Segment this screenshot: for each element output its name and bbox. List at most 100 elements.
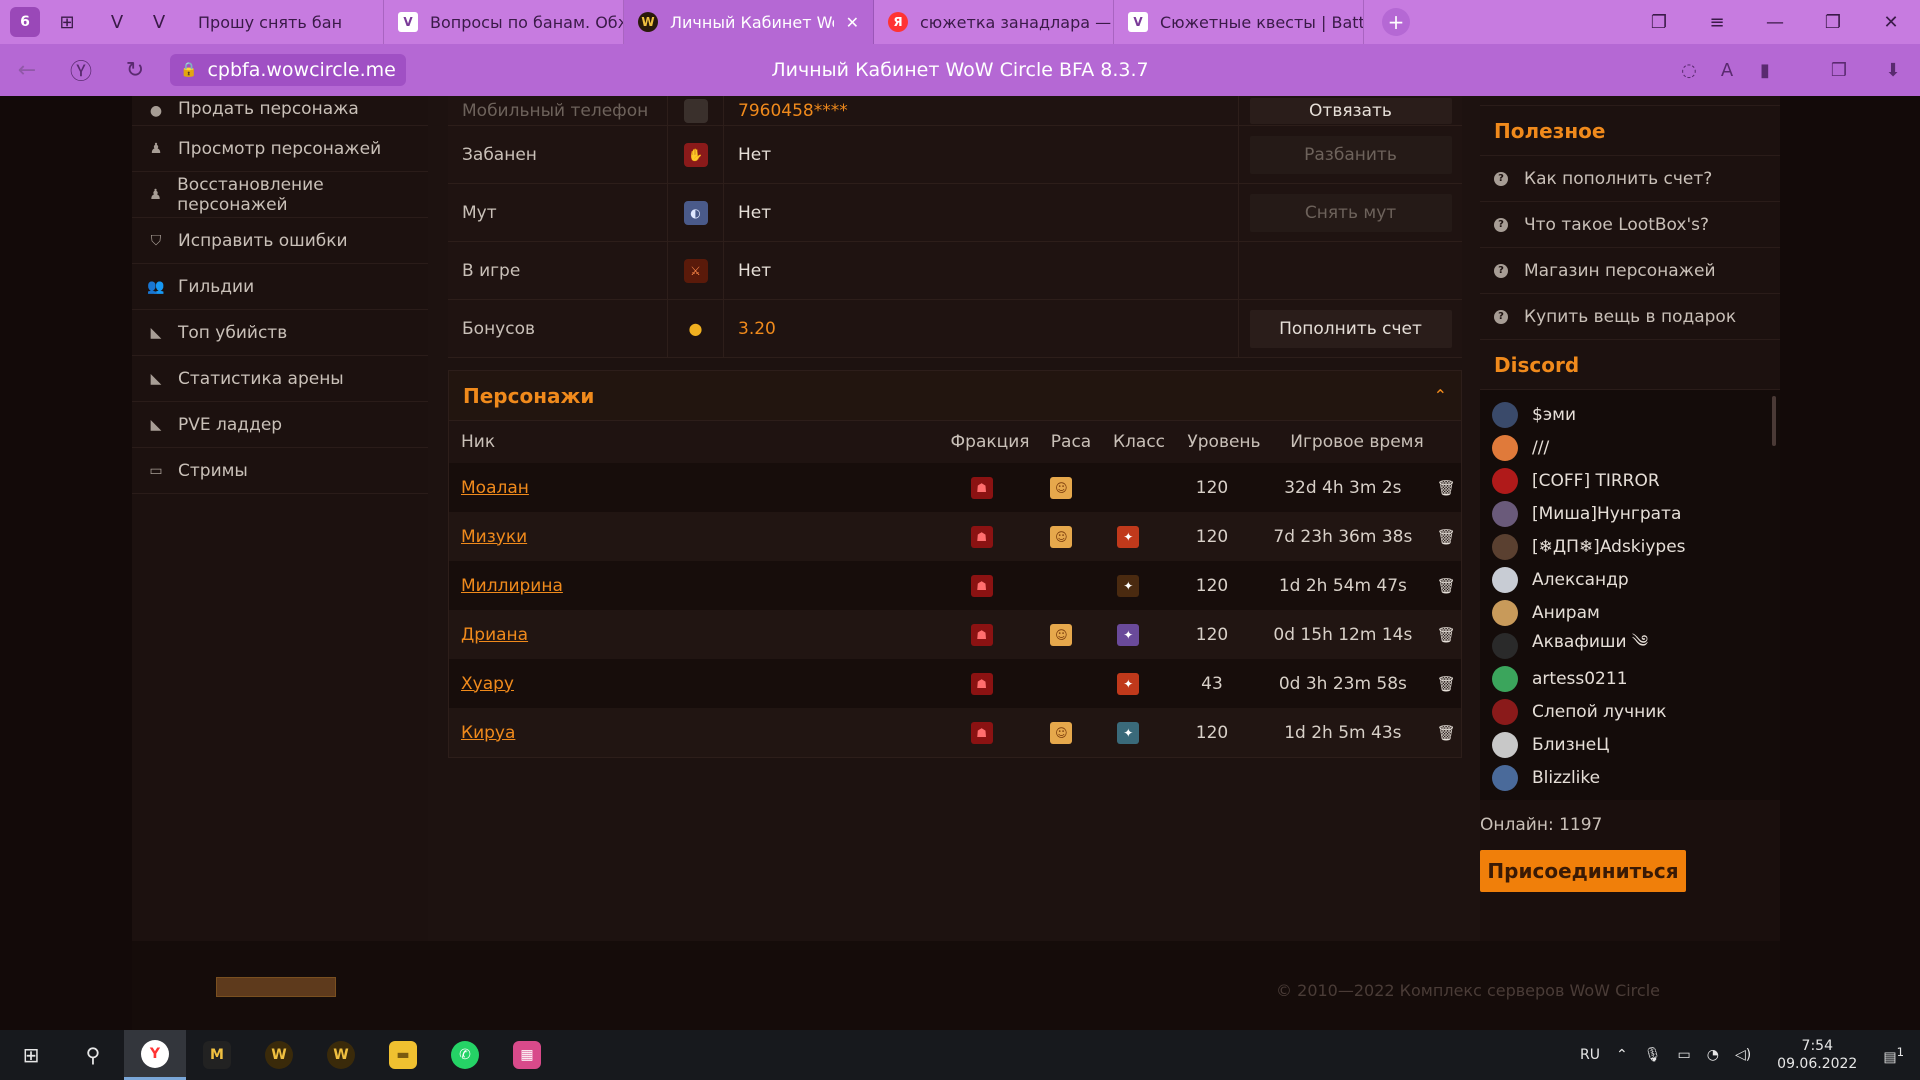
tab-cabinet[interactable]: W Личный Кабинет WoW ✕ (624, 0, 874, 44)
character-link[interactable]: Миллирина (461, 576, 563, 596)
reload-icon[interactable]: ↻ (108, 58, 162, 83)
taskbar-whatsapp[interactable]: ✆ (434, 1030, 496, 1080)
notification-icon[interactable]: ▤1 (1883, 1045, 1904, 1066)
sidebar-item-sell-character[interactable]: ● Продать персонажа (132, 96, 428, 126)
taskbar-wow[interactable]: W (248, 1030, 310, 1080)
right-margin (1780, 96, 1920, 1030)
scrollbar[interactable] (1772, 396, 1776, 446)
unban-button[interactable]: Разбанить (1249, 135, 1452, 174)
chevron-up-icon[interactable]: ⌃ (1434, 386, 1447, 405)
discord-member[interactable]: [Миша]Нунграта (1480, 497, 1780, 530)
useful-link[interactable]: ? Что такое LootBox's? (1480, 202, 1780, 248)
sidebar-item-view-characters[interactable]: ♟ Просмотр персонажей (132, 126, 428, 172)
character-link[interactable]: Хуару (461, 674, 514, 694)
discord-member[interactable]: [COFF] TIRROR (1480, 464, 1780, 497)
discord-member-list[interactable]: $эми///[COFF] TIRROR [Миша]Нунграта [❄ДП❄]… (1480, 390, 1780, 800)
close-window-icon[interactable]: ✕ (1862, 12, 1920, 33)
character-link[interactable]: Мизуки (461, 527, 527, 547)
sidebar-item-streams[interactable]: ▭ Стримы (132, 448, 428, 494)
sidebar-item-restore-characters[interactable]: ♟ Восстановление персонажей (132, 172, 428, 218)
trash-icon[interactable]: 🗑 (1431, 479, 1461, 497)
close-tab-icon[interactable]: ✕ (846, 13, 859, 32)
yandex-logo-icon[interactable]: Ⓨ (54, 54, 108, 86)
taskbar-app-m[interactable]: M (186, 1030, 248, 1080)
restore-icon[interactable]: ❐ (1804, 12, 1862, 33)
url-field[interactable]: 🔒 cpbfa.wowcircle.me (170, 54, 406, 86)
sidebar-item-top-kills[interactable]: ◣ Топ убийств (132, 310, 428, 356)
unmute-button[interactable]: Снять мут (1249, 193, 1452, 232)
discord-join-button[interactable]: Присоединиться (1480, 850, 1686, 892)
discord-member[interactable]: [❄ДП❄]Adskiypes (1480, 530, 1780, 563)
tab-count-badge[interactable]: 6 (10, 7, 40, 37)
footer-logo[interactable] (216, 977, 336, 997)
discord-member[interactable]: $эми (1480, 398, 1780, 431)
top-up-button[interactable]: Пополнить счет (1249, 309, 1452, 348)
whatsapp-icon: ✆ (451, 1041, 479, 1069)
clock[interactable]: 7:54 09.06.2022 (1777, 1037, 1857, 1073)
avatar (1492, 566, 1518, 593)
collections-icon[interactable]: ❒ (1822, 60, 1856, 81)
question-icon: ? (1494, 217, 1508, 232)
taskbar-explorer[interactable]: ▬ (372, 1030, 434, 1080)
useful-link[interactable]: ? Купить вещь в подарок (1480, 294, 1780, 340)
bookmarks-panel-icon[interactable]: ❐ (1630, 12, 1688, 33)
discord-member[interactable]: /// (1480, 431, 1780, 464)
trash-icon[interactable]: 🗑 (1431, 626, 1461, 644)
tab-yandex-search[interactable]: Я сюжетка занадлара — Ян (874, 0, 1114, 44)
language-indicator[interactable]: RU (1580, 1047, 1600, 1063)
minimize-icon[interactable]: — (1746, 12, 1804, 33)
sidebar-item-guilds[interactable]: 👥 Гильдии (132, 264, 428, 310)
sidebar-item-pve-ladder[interactable]: ◣ PVE ладдер (132, 402, 428, 448)
sidebar-item-fix-errors[interactable]: ⛉ Исправить ошибки (132, 218, 428, 264)
taskbar-cube-app[interactable]: ▦ (496, 1030, 558, 1080)
copyright: © 2010—2022 Комплекс серверов WoW Circle (1276, 981, 1660, 1000)
translate-icon[interactable]: A (1710, 60, 1744, 81)
wow-favicon-icon: W (638, 12, 658, 32)
character-row: Миллирина ☗ ✦ 120 1d 2h 54m 47s 🗑 (449, 561, 1461, 610)
back-arrow-icon[interactable]: ← (0, 58, 54, 83)
character-link[interactable]: Моалан (461, 478, 529, 498)
microphone-icon[interactable]: 🎙 (1644, 1047, 1662, 1063)
trash-icon[interactable]: 🗑 (1431, 577, 1461, 595)
windows-start-icon[interactable]: ⊞ (0, 1030, 62, 1080)
pinned-tab-icon[interactable]: V (102, 7, 132, 37)
character-link[interactable]: Дриана (461, 625, 528, 645)
taskbar-wow-2[interactable]: W (310, 1030, 372, 1080)
characters-panel-header[interactable]: Персонажи ⌃ (449, 371, 1461, 421)
chat-icon[interactable]: ◌ (1672, 60, 1706, 81)
useful-link[interactable]: ? Как пополнить счет? (1480, 156, 1780, 202)
in-game-icon: ⚔ (668, 242, 724, 299)
discord-member[interactable]: Александр (1480, 563, 1780, 596)
useful-link[interactable]: ? Магазин персонажей (1480, 248, 1780, 294)
menu-icon[interactable]: ≡ (1688, 12, 1746, 33)
wifi-icon[interactable]: ◔ (1707, 1047, 1719, 1063)
pinned-tab-icon[interactable]: V (144, 7, 174, 37)
unbind-button[interactable]: Отвязать (1249, 97, 1452, 124)
search-icon[interactable]: ⚲ (62, 1030, 124, 1080)
discord-member[interactable]: Аквафиши ༄ (1480, 629, 1780, 662)
taskbar-yandex-browser[interactable]: Y (124, 1030, 186, 1080)
tab-ban-request[interactable]: Прошу снять бан (184, 0, 384, 44)
battery-icon[interactable]: ▭ (1677, 1047, 1690, 1063)
avatar (1492, 533, 1518, 560)
bookmark-icon[interactable]: ▮ (1748, 60, 1782, 81)
new-tab-button[interactable]: + (1382, 8, 1410, 36)
sidebar-item-arena-stats[interactable]: ◣ Статистика арены (132, 356, 428, 402)
info-row-mute: Мут ◐ Нет Снять мут (448, 184, 1462, 242)
discord-member[interactable]: Blizzlike (1480, 761, 1780, 794)
info-row-bonuses: Бонусов ● 3.20 Пополнить счет (448, 300, 1462, 358)
chevron-up-icon[interactable]: ⌃ (1616, 1047, 1628, 1063)
discord-member[interactable]: БлизнеЦ (1480, 728, 1780, 761)
trash-icon[interactable]: 🗑 (1431, 675, 1461, 693)
trash-icon[interactable]: 🗑 (1431, 528, 1461, 546)
trash-icon[interactable]: 🗑 (1431, 724, 1461, 742)
download-icon[interactable]: ⬇ (1876, 60, 1910, 81)
question-icon: ? (1494, 171, 1508, 186)
character-link[interactable]: Кируа (461, 723, 515, 743)
discord-member[interactable]: Слепой лучник (1480, 695, 1780, 728)
tab-story-quests[interactable]: V Сюжетные квесты | Battle (1114, 0, 1364, 44)
characters-table-header: Ник Фракция Раса Класс Уровень Игровое в… (449, 421, 1461, 463)
volume-icon[interactable]: ◁) (1735, 1047, 1751, 1063)
new-folder-icon[interactable]: ⊞ (52, 7, 82, 37)
tab-ban-questions[interactable]: V Вопросы по банам. Обжа (384, 0, 624, 44)
